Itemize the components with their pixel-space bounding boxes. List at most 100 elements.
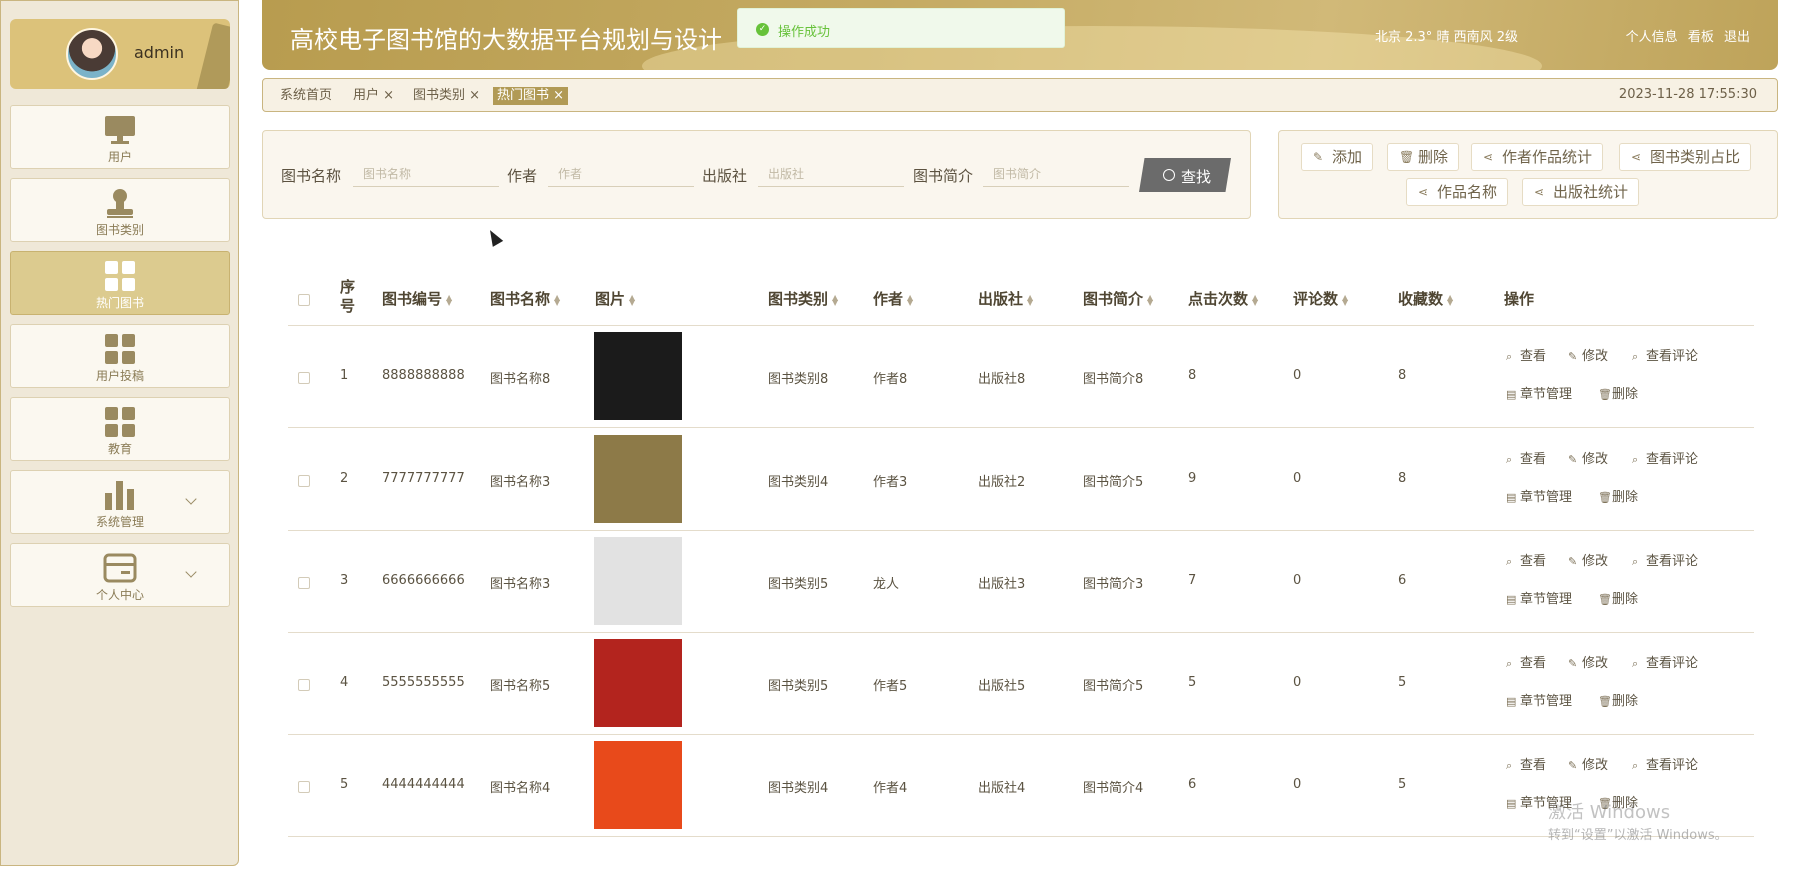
tab-home[interactable]: 系统首页 [276, 87, 336, 105]
sidebar-item-users[interactable]: 用户 [10, 105, 230, 169]
intro-input[interactable] [983, 161, 1129, 187]
work-name-button[interactable]: ⋖ 作品名称 [1406, 178, 1509, 206]
view-button[interactable]: ⌕ 查看 [1506, 345, 1546, 364]
chevron-down-icon[interactable] [185, 493, 197, 505]
view-button[interactable]: ⌕ 查看 [1506, 652, 1546, 671]
view-button[interactable]: ⌕ 查看 [1506, 448, 1546, 467]
publisher-input[interactable] [758, 161, 904, 187]
logout-link[interactable]: 退出 [1724, 30, 1750, 45]
category-ratio-button[interactable]: ⋖ 图书类别占比 [1619, 143, 1752, 171]
bar-chart-icon [105, 481, 134, 510]
add-button[interactable]: ✎ 添加 [1301, 143, 1374, 171]
edit-button[interactable]: ✎ 修改 [1568, 550, 1608, 569]
cell-author: 作者8 [873, 372, 908, 387]
delete-button[interactable]: 🗑删除 [1598, 383, 1638, 402]
chapter-management-button[interactable]: ▤ 章节管理 [1506, 486, 1572, 505]
search-icon: ⌕ [1506, 657, 1513, 670]
row-checkbox[interactable] [298, 679, 310, 691]
view-comments-button[interactable]: ⌕ 查看评论 [1632, 345, 1698, 364]
search-button[interactable]: 查找 [1139, 158, 1231, 192]
chapter-management-button[interactable]: ▤ 章节管理 [1506, 588, 1572, 607]
header-links: 个人信息 看板 退出 [1620, 26, 1750, 45]
mouse-cursor [484, 227, 504, 247]
close-icon[interactable]: × [549, 88, 564, 103]
row-checkbox[interactable] [298, 475, 310, 487]
cell-category: 图书类别5 [768, 577, 829, 592]
chapter-management-button[interactable]: ▤ 章节管理 [1506, 383, 1572, 402]
dashboard-link[interactable]: 看板 [1688, 30, 1714, 45]
chevron-down-icon[interactable] [185, 566, 197, 578]
col-image[interactable]: 图片 ▲ ▼ [595, 288, 635, 309]
sort-icon[interactable]: ▲ ▼ [1147, 293, 1153, 306]
profile-link[interactable]: 个人信息 [1626, 30, 1678, 45]
close-icon[interactable]: × [379, 88, 394, 103]
cell-clicks: 8 [1188, 368, 1197, 383]
card-icon [103, 553, 137, 583]
sort-icon[interactable]: ▲ ▼ [554, 293, 560, 306]
close-icon[interactable]: × [465, 88, 480, 103]
cell-clicks: 7 [1188, 573, 1197, 588]
tab-book-category[interactable]: 图书类别 × [409, 87, 484, 105]
chapter-management-button[interactable]: ▤ 章节管理 [1506, 690, 1572, 709]
search-icon: ⌕ [1632, 350, 1639, 363]
sidebar-item-system-management[interactable]: 系统管理 [10, 470, 230, 534]
grid-icon [105, 261, 135, 291]
grid-icon [105, 334, 135, 364]
tab-hot-books[interactable]: 热门图书 × [493, 87, 569, 105]
view-comments-button[interactable]: ⌕ 查看评论 [1632, 448, 1698, 467]
edit-button[interactable]: ✎ 修改 [1568, 345, 1608, 364]
activation-watermark-hint: 转到“设置”以激活 Windows。 [1548, 828, 1728, 843]
edit-button[interactable]: ✎ 修改 [1568, 652, 1608, 671]
cell-clicks: 6 [1188, 777, 1197, 792]
col-publisher[interactable]: 出版社 ▲ ▼ [978, 288, 1033, 309]
sort-icon[interactable]: ▲ ▼ [629, 293, 635, 306]
sort-icon[interactable]: ▲ ▼ [1027, 293, 1033, 306]
avatar[interactable] [66, 28, 118, 80]
sidebar-item-user-submissions[interactable]: 用户投稿 [10, 324, 230, 388]
sidebar-item-personal-center[interactable]: 个人中心 [10, 543, 230, 607]
delete-button[interactable]: 🗑删除 [1387, 143, 1460, 171]
sidebar-item-hot-books[interactable]: 热门图书 [10, 251, 230, 315]
delete-button[interactable]: 🗑删除 [1598, 690, 1638, 709]
view-comments-button[interactable]: ⌕ 查看评论 [1632, 754, 1698, 773]
sidebar-item-book-category[interactable]: 图书类别 [10, 178, 230, 242]
edit-button[interactable]: ✎ 修改 [1568, 754, 1608, 773]
edit-button[interactable]: ✎ 修改 [1568, 448, 1608, 467]
op-label: 查看 [1520, 554, 1547, 569]
delete-button[interactable]: 🗑删除 [1598, 588, 1638, 607]
delete-button[interactable]: 🗑删除 [1598, 486, 1638, 505]
cell-favorites: 6 [1398, 573, 1407, 588]
row-checkbox[interactable] [298, 577, 310, 589]
sort-icon[interactable]: ▲ ▼ [1252, 293, 1258, 306]
search-icon: ⌕ [1632, 555, 1639, 568]
author-input[interactable] [548, 161, 694, 187]
select-all-checkbox[interactable] [298, 294, 310, 306]
author-works-stats-button[interactable]: ⋖ 作者作品统计 [1471, 143, 1604, 171]
view-comments-button[interactable]: ⌕ 查看评论 [1632, 550, 1698, 569]
book-name-input[interactable] [353, 161, 499, 187]
sort-icon[interactable]: ▲ ▼ [1447, 293, 1453, 306]
sort-icon[interactable]: ▲ ▼ [1342, 293, 1348, 306]
col-favorites[interactable]: 收藏数 ▲ ▼ [1398, 288, 1453, 309]
sidebar-item-education[interactable]: 教育 [10, 397, 230, 461]
col-comments[interactable]: 评论数 ▲ ▼ [1293, 288, 1348, 309]
col-intro[interactable]: 图书简介 ▲ ▼ [1083, 288, 1153, 309]
view-button[interactable]: ⌕ 查看 [1506, 550, 1546, 569]
view-comments-button[interactable]: ⌕ 查看评论 [1632, 652, 1698, 671]
col-book-code[interactable]: 图书编号 ▲ ▼ [382, 288, 452, 309]
col-book-name[interactable]: 图书名称 ▲ ▼ [490, 288, 560, 309]
op-label: 修改 [1582, 349, 1609, 364]
col-clicks[interactable]: 点击次数 ▲ ▼ [1188, 288, 1258, 309]
sort-icon[interactable]: ▲ ▼ [832, 293, 838, 306]
tab-users[interactable]: 用户 × [349, 87, 398, 105]
publisher-stats-button[interactable]: ⋖ 出版社统计 [1522, 178, 1640, 206]
sort-icon[interactable]: ▲ ▼ [446, 293, 452, 306]
col-label: 收藏数 [1398, 290, 1444, 308]
view-button[interactable]: ⌕ 查看 [1506, 754, 1546, 773]
col-category[interactable]: 图书类别 ▲ ▼ [768, 288, 838, 309]
sort-icon[interactable]: ▲ ▼ [907, 293, 913, 306]
row-checkbox[interactable] [298, 781, 310, 793]
row-checkbox[interactable] [298, 372, 310, 384]
col-author[interactable]: 作者 ▲ ▼ [873, 288, 913, 309]
sidebar-item-label: 用户投稿 [95, 369, 144, 383]
